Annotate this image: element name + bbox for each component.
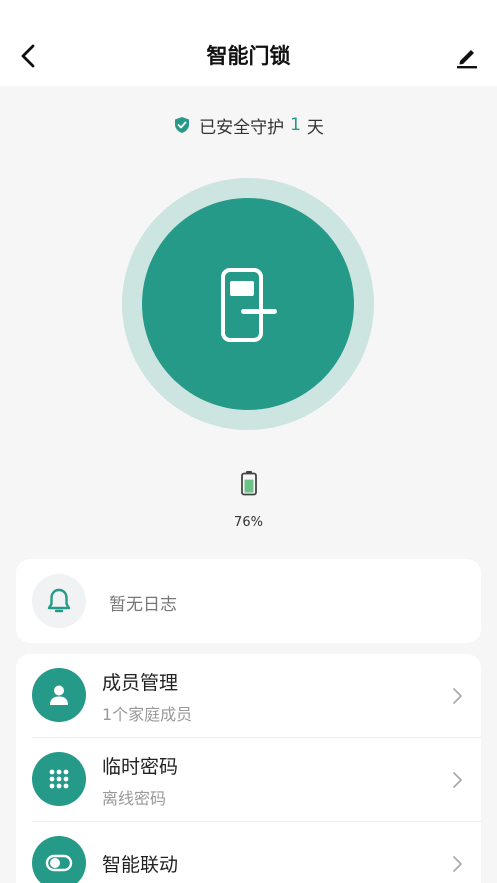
smart-linkage-icon-wrap	[32, 836, 86, 883]
lock-status-ring	[122, 178, 374, 430]
feature-menu: 成员管理 1个家庭成员 临时密码 离线密码 智能联动	[16, 654, 481, 883]
guard-prefix: 已安全守护	[199, 117, 285, 138]
header: 智能门锁	[0, 0, 497, 86]
menu-item-title: 临时密码	[102, 756, 179, 778]
bell-icon	[47, 588, 71, 613]
shield-check-icon	[175, 117, 190, 133]
members-icon-wrap	[32, 668, 86, 722]
log-card[interactable]: 暂无日志	[16, 559, 481, 643]
temp-password-icon-wrap	[32, 752, 86, 806]
page-title: 智能门锁	[206, 44, 291, 68]
battery-percent: 76%	[234, 515, 263, 530]
lock-button[interactable]	[142, 198, 354, 410]
log-icon-wrap	[32, 574, 86, 628]
menu-item-title: 智能联动	[102, 854, 179, 876]
chevron-right-icon	[453, 688, 462, 704]
guard-suffix: 天	[306, 117, 324, 138]
toggle-icon	[45, 854, 73, 872]
guard-status: 已安全守护 1 天	[0, 112, 497, 138]
log-empty-text: 暂无日志	[109, 595, 177, 615]
battery-level-fill	[244, 479, 254, 493]
person-icon	[50, 685, 68, 705]
guard-days: 1	[290, 115, 301, 135]
menu-item-title: 成员管理	[102, 672, 179, 694]
edit-pencil-icon	[457, 50, 477, 69]
menu-item-smart-linkage[interactable]: 智能联动	[16, 822, 481, 883]
smart-lock-page: 智能门锁 已安全守护 1 天 76% 暂无日志 成员管理 1个家庭成员 临时密码…	[0, 0, 497, 883]
chevron-right-icon	[453, 772, 462, 788]
menu-item-members[interactable]: 成员管理 1个家庭成员	[16, 654, 481, 738]
door-lock-icon	[221, 268, 277, 342]
keypad-icon	[49, 769, 69, 789]
menu-item-subtitle: 1个家庭成员	[102, 705, 193, 724]
chevron-right-icon	[453, 856, 462, 872]
edit-button[interactable]	[449, 36, 485, 76]
menu-item-temp-password[interactable]: 临时密码 离线密码	[16, 738, 481, 822]
battery-icon	[241, 471, 257, 496]
menu-item-subtitle: 离线密码	[102, 789, 167, 808]
